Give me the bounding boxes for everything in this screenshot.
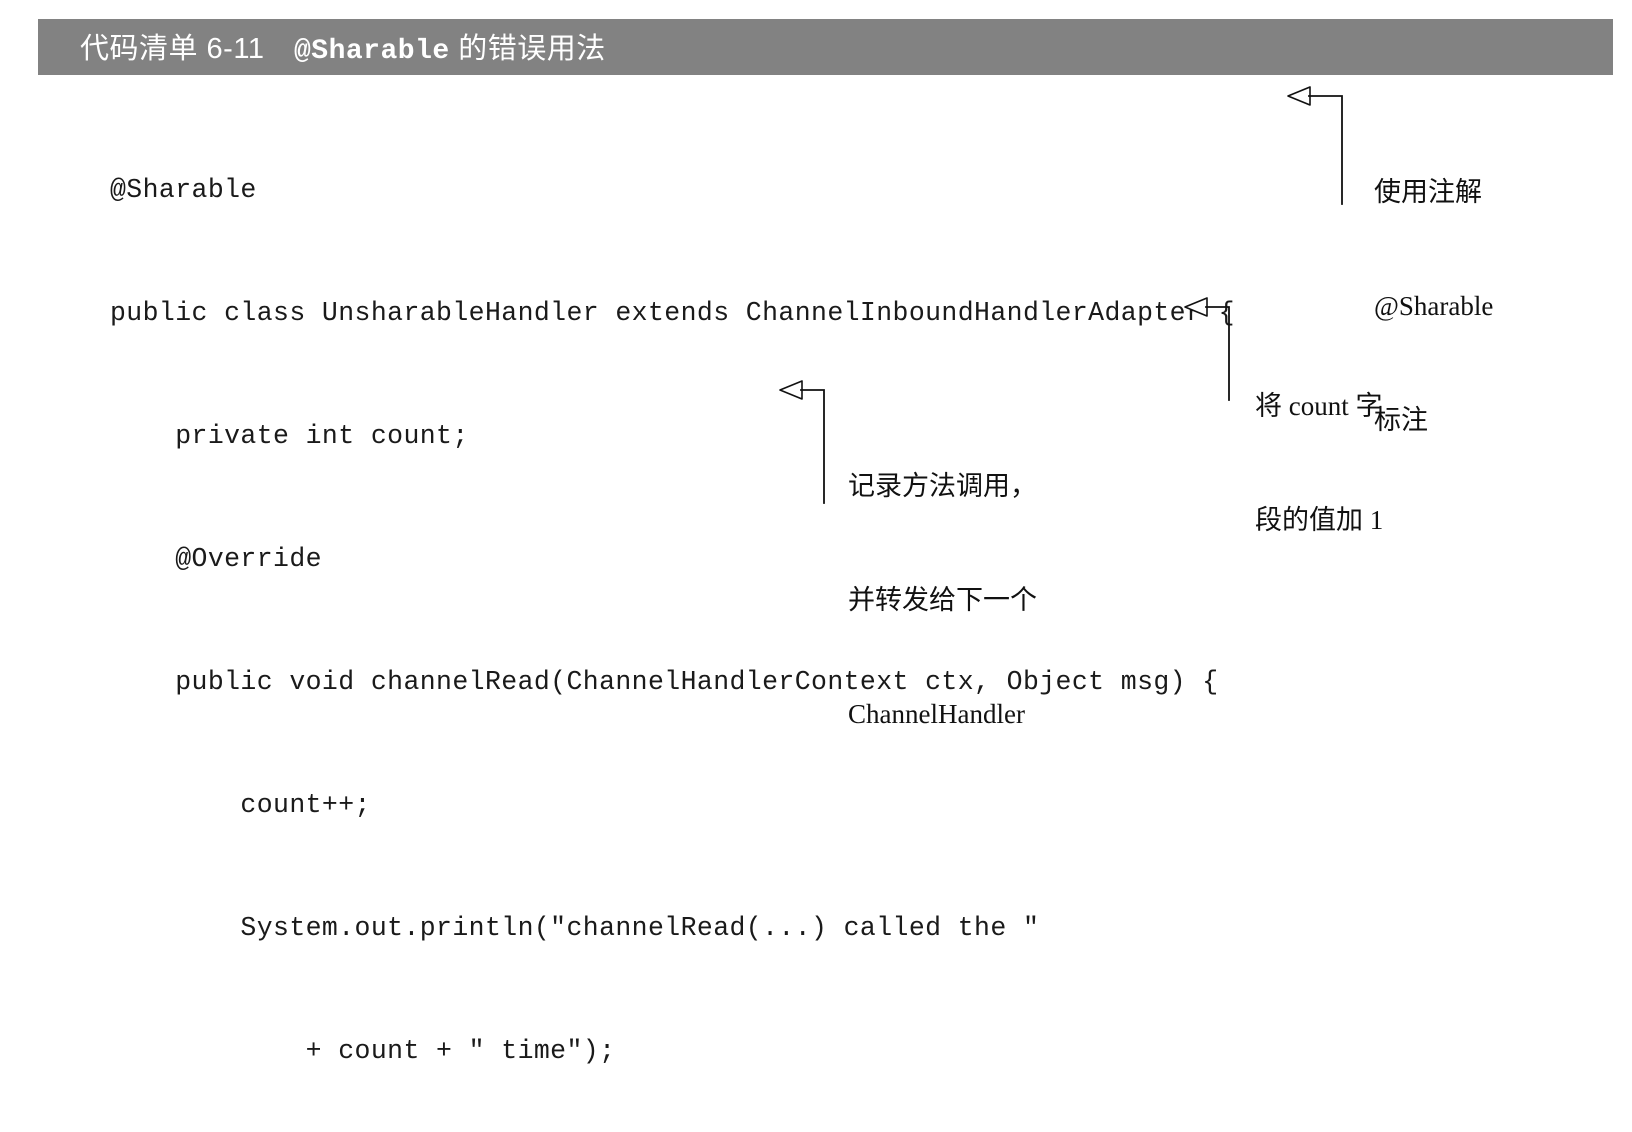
- listing-annotation-name: @Sharable: [293, 36, 450, 68]
- annotation-text: 使用注解 @Sharable 标注: [1374, 97, 1493, 515]
- code-line: @Override: [110, 544, 322, 574]
- listing-number-label: 代码清单 6-11: [80, 33, 265, 66]
- annotation-leader-line: [778, 380, 838, 505]
- annotation-text: 记录方法调用， 并转发给下一个 ChannelHandler: [848, 391, 1037, 809]
- annotation-text-line: @Sharable: [1374, 291, 1494, 321]
- arrow-left-icon: [779, 380, 803, 400]
- code-line: count++;: [110, 790, 371, 820]
- code-line: + count + " time");: [110, 1036, 616, 1066]
- annotation-text-line: ChannelHandler: [848, 699, 1025, 729]
- code-line: @Sharable: [110, 175, 257, 205]
- annotation-leader-line: [1183, 297, 1243, 402]
- annotation-text-line: 并转发给下一个: [848, 585, 1037, 615]
- annotation-leader-line: [1286, 86, 1356, 206]
- listing-title-suffix: 的错误用法: [449, 33, 606, 66]
- code-line: System.out.println("channelRead(...) cal…: [110, 913, 1040, 943]
- annotation-text-line: 记录方法调用，: [848, 471, 1037, 501]
- annotation-text-line: 标注: [1374, 405, 1428, 435]
- annotation-text-line: 将 count 字: [1255, 391, 1383, 421]
- code-listing: @Sharable public class UnsharableHandler…: [110, 88, 1235, 1132]
- listing-header-bar: 代码清单 6-11 @Sharable 的错误用法: [38, 19, 1613, 75]
- listing-header-title: 代码清单 6-11 @Sharable 的错误用法: [80, 25, 606, 67]
- annotation-text-line: 使用注解: [1374, 177, 1482, 207]
- code-line: public void channelRead(ChannelHandlerCo…: [110, 667, 1219, 697]
- arrow-left-icon: [1184, 297, 1208, 317]
- code-line: private int count;: [110, 421, 469, 451]
- arrow-left-icon: [1287, 86, 1311, 106]
- annotation-text-line: 段的值加 1: [1255, 505, 1384, 535]
- listing-title-separator: [264, 33, 294, 65]
- code-line: public class UnsharableHandler extends C…: [110, 298, 1235, 328]
- annotation-text: 将 count 字 段的值加 1: [1255, 311, 1383, 615]
